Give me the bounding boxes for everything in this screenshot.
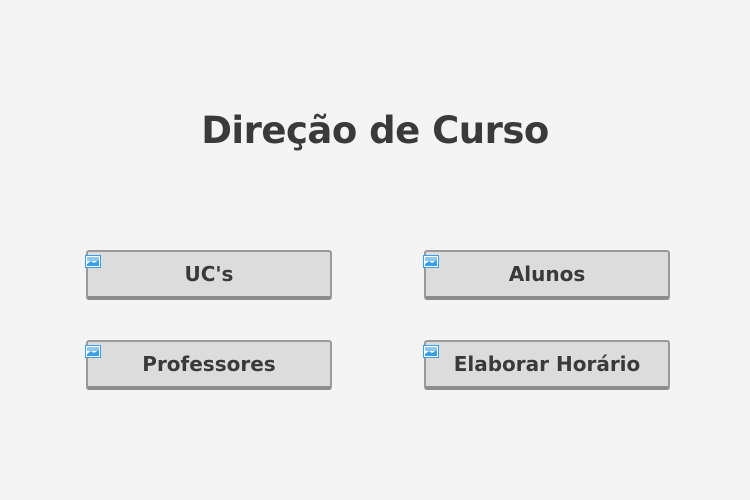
broken-image-icon [85, 249, 101, 268]
elaborar-horario-button[interactable]: Elaborar Horário [423, 339, 670, 390]
broken-image-icon [85, 339, 101, 358]
broken-image-icon [423, 339, 439, 358]
professores-button-label: Professores [142, 352, 276, 376]
page-title: Direção de Curso [201, 109, 549, 152]
ucs-button-label: UC's [184, 262, 234, 286]
broken-image-icon [423, 249, 439, 268]
elaborar-horario-button-label: Elaborar Horário [453, 352, 641, 376]
ucs-button[interactable]: UC's [85, 249, 332, 300]
professores-button[interactable]: Professores [85, 339, 332, 390]
alunos-button[interactable]: Alunos [423, 249, 670, 300]
alunos-button-label: Alunos [508, 262, 586, 286]
